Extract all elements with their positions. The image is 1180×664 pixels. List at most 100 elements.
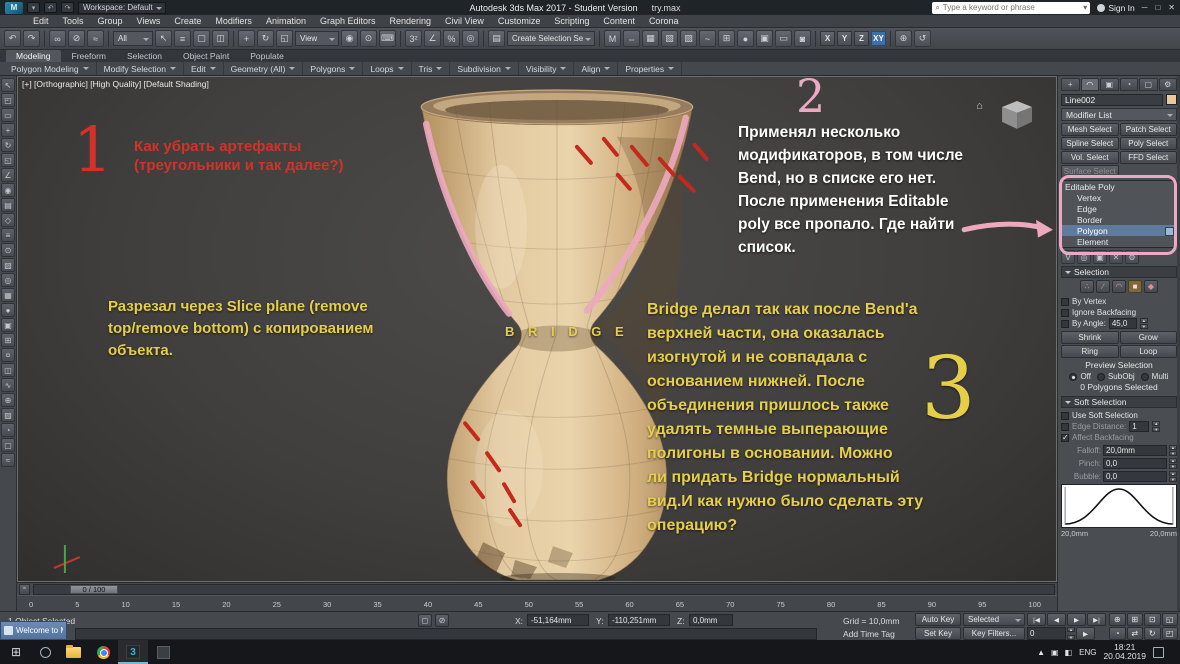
ignore-backfacing-checkbox[interactable]: Ignore Backfacing	[1061, 307, 1177, 318]
redo-icon[interactable]: ↷	[61, 2, 74, 13]
ribbon-tab-populate[interactable]: Populate	[240, 50, 294, 62]
stack-item-polygon[interactable]: Polygon	[1062, 225, 1176, 236]
modifier-button-poly-select[interactable]: Poly Select	[1120, 137, 1178, 150]
soft-selection-rollout-header[interactable]: Soft Selection	[1061, 396, 1177, 408]
edge-distance-field[interactable]: 1	[1129, 421, 1149, 432]
left-toolbar-icon[interactable]: ◰	[1, 93, 15, 107]
menu-item-create[interactable]: Create	[167, 15, 208, 27]
menu-item-civil-view[interactable]: Civil View	[438, 15, 491, 27]
ribbon-section-visibility[interactable]: Visibility	[519, 62, 575, 75]
axis-constraint-xy[interactable]: XY	[871, 31, 886, 46]
3ds-max-logo-icon[interactable]: M	[5, 2, 23, 14]
toolbar-named-selection-sets[interactable]: Create Selection Se	[507, 31, 595, 46]
welcome-window[interactable]: Welcome to M	[0, 621, 67, 640]
timeline-tick-75[interactable]: 75	[777, 600, 785, 609]
toolbar-percent-snap-toggle-icon[interactable]: %	[443, 30, 460, 47]
menu-item-modifiers[interactable]: Modifiers	[208, 15, 259, 27]
use-soft-selection-checkbox[interactable]: Use Soft Selection	[1061, 410, 1177, 421]
viewport[interactable]: ⌂ [+] [Orthographic] [High Quality] [Def…	[17, 76, 1057, 582]
toolbar-render-production-icon[interactable]: ◙	[794, 30, 811, 47]
left-toolbar-icon[interactable]: ◱	[1, 153, 15, 167]
timeline-tick-40[interactable]: 40	[424, 600, 432, 609]
ribbon-section-modify-selection[interactable]: Modify Selection	[97, 62, 184, 75]
zoom-extents-button[interactable]: ⊡	[1144, 613, 1161, 626]
stack-item-edge[interactable]: Edge	[1062, 203, 1176, 214]
modifier-list-dropdown[interactable]: Modifier List	[1061, 108, 1177, 121]
search-input[interactable]	[943, 3, 1081, 12]
left-toolbar-icon[interactable]: ⊙	[1, 243, 15, 257]
axis-constraint-z[interactable]: Z	[854, 31, 869, 46]
edge-mode-icon[interactable]: ∕	[1096, 280, 1110, 293]
axis-constraint-x[interactable]: X	[820, 31, 835, 46]
toolbar-bind-to-space-warp-icon[interactable]: ≈	[87, 30, 104, 47]
menu-item-views[interactable]: Views	[130, 15, 168, 27]
toolbar-redo-icon[interactable]: ↷	[23, 30, 40, 47]
ribbon-section-loops[interactable]: Loops	[363, 62, 411, 75]
taskbar-app-chrome[interactable]	[88, 640, 118, 664]
zoom-button[interactable]: ⊕	[1109, 613, 1126, 626]
x-coordinate-field[interactable]: -51,164mm	[527, 614, 589, 626]
hierarchy-tab-icon[interactable]: ▣	[1100, 78, 1119, 91]
timeline-tick-70[interactable]: 70	[726, 600, 734, 609]
element-mode-icon[interactable]: ◆	[1144, 280, 1158, 293]
left-toolbar-icon[interactable]: ◇	[1, 213, 15, 227]
ribbon-tab-modeling[interactable]: Modeling	[6, 50, 61, 62]
left-toolbar-icon[interactable]: ▧	[1, 258, 15, 272]
bubble-field[interactable]: 0,0	[1103, 471, 1167, 482]
left-toolbar-icon[interactable]: ↻	[1, 138, 15, 152]
edge-distance-checkbox[interactable]: Edge Distance: 1 ▲▼	[1061, 421, 1177, 432]
object-name-field[interactable]: Line002	[1061, 94, 1163, 106]
left-toolbar-icon[interactable]: ⊞	[1, 333, 15, 347]
toolbar-select-and-manipulate-icon[interactable]: ⊙	[360, 30, 377, 47]
taskbar-app-app-window[interactable]	[148, 640, 178, 664]
timeline-tick-15[interactable]: 15	[172, 600, 180, 609]
timeline-tick-5[interactable]: 5	[75, 600, 79, 609]
orbit-button[interactable]: ↻	[1144, 627, 1161, 640]
by-vertex-checkbox[interactable]: By Vertex	[1061, 296, 1177, 307]
toolbar-render-setup-icon[interactable]: ▣	[756, 30, 773, 47]
utilities-tab-icon[interactable]: ⚙	[1159, 78, 1178, 91]
action-center-icon[interactable]	[1153, 647, 1164, 658]
stack-item-editable-poly[interactable]: Editable Poly	[1062, 181, 1176, 192]
mini-curve-editor-icon[interactable]: ≈	[19, 584, 30, 595]
spinner-icon[interactable]: ▲▼	[1169, 445, 1177, 456]
toolbar-unlink-selection-icon[interactable]: ⊘	[68, 30, 85, 47]
preview-option-multi[interactable]: Multi	[1141, 371, 1169, 382]
toolbar-spinner-snap-toggle-icon[interactable]: ◎	[462, 30, 479, 47]
spinner-icon[interactable]: ▲▼	[1152, 421, 1160, 432]
start-button[interactable]: ⊞	[0, 640, 32, 664]
ribbon-section-tris[interactable]: Tris	[412, 62, 451, 75]
timeline-tick-60[interactable]: 60	[625, 600, 633, 609]
modifier-button-ffd-select[interactable]: FFD Select	[1120, 151, 1178, 164]
ribbon-section-geometry-all[interactable]: Geometry (All)	[224, 62, 304, 75]
menu-item-group[interactable]: Group	[91, 15, 130, 27]
ribbon-section-polygons[interactable]: Polygons	[303, 62, 363, 75]
modifier-button-patch-select[interactable]: Patch Select	[1120, 123, 1178, 136]
toolbar-toggle-scene-explorer-icon[interactable]: ▦	[642, 30, 659, 47]
stack-item-vertex[interactable]: Vertex	[1062, 192, 1176, 203]
viewport-label[interactable]: [+] [Orthographic] [High Quality] [Defau…	[22, 79, 209, 89]
timeline-tick-50[interactable]: 50	[525, 600, 533, 609]
left-toolbar-icon[interactable]: ◔	[1, 423, 15, 437]
create-tab-icon[interactable]: +	[1061, 78, 1080, 91]
menu-item-edit[interactable]: Edit	[26, 15, 56, 27]
timeline-tick-25[interactable]: 25	[273, 600, 281, 609]
pin-stack-icon[interactable]: ∇	[1061, 250, 1075, 264]
key-mode-dropdown[interactable]: Selected	[963, 613, 1025, 626]
maximize-viewport-toggle-button[interactable]: ◰	[1162, 627, 1179, 640]
taskbar-app-file-explorer[interactable]	[58, 640, 88, 664]
stack-item-element[interactable]: Element	[1062, 236, 1176, 247]
polygon-mode-icon[interactable]: ■	[1128, 280, 1142, 293]
ribbon-section-polygon-modeling[interactable]: Polygon Modeling	[4, 62, 97, 75]
toolbar-select-object-icon[interactable]: ↖	[155, 30, 172, 47]
loop-button[interactable]: Loop	[1120, 345, 1178, 358]
modifier-button-spline-select[interactable]: Spline Select	[1061, 137, 1119, 150]
left-toolbar-icon[interactable]: ↖	[1, 78, 15, 92]
left-toolbar-icon[interactable]: ●	[1, 303, 15, 317]
play-animation-button[interactable]: ▶	[1067, 613, 1086, 626]
toolbar-select-and-move-icon[interactable]: +	[238, 30, 255, 47]
ribbon-section-edit[interactable]: Edit	[184, 62, 224, 75]
hidden-icons-expander[interactable]: ▲	[1037, 648, 1045, 657]
toolbar-select-and-link-icon[interactable]: ∞	[49, 30, 66, 47]
left-toolbar-icon[interactable]: ▤	[1, 198, 15, 212]
